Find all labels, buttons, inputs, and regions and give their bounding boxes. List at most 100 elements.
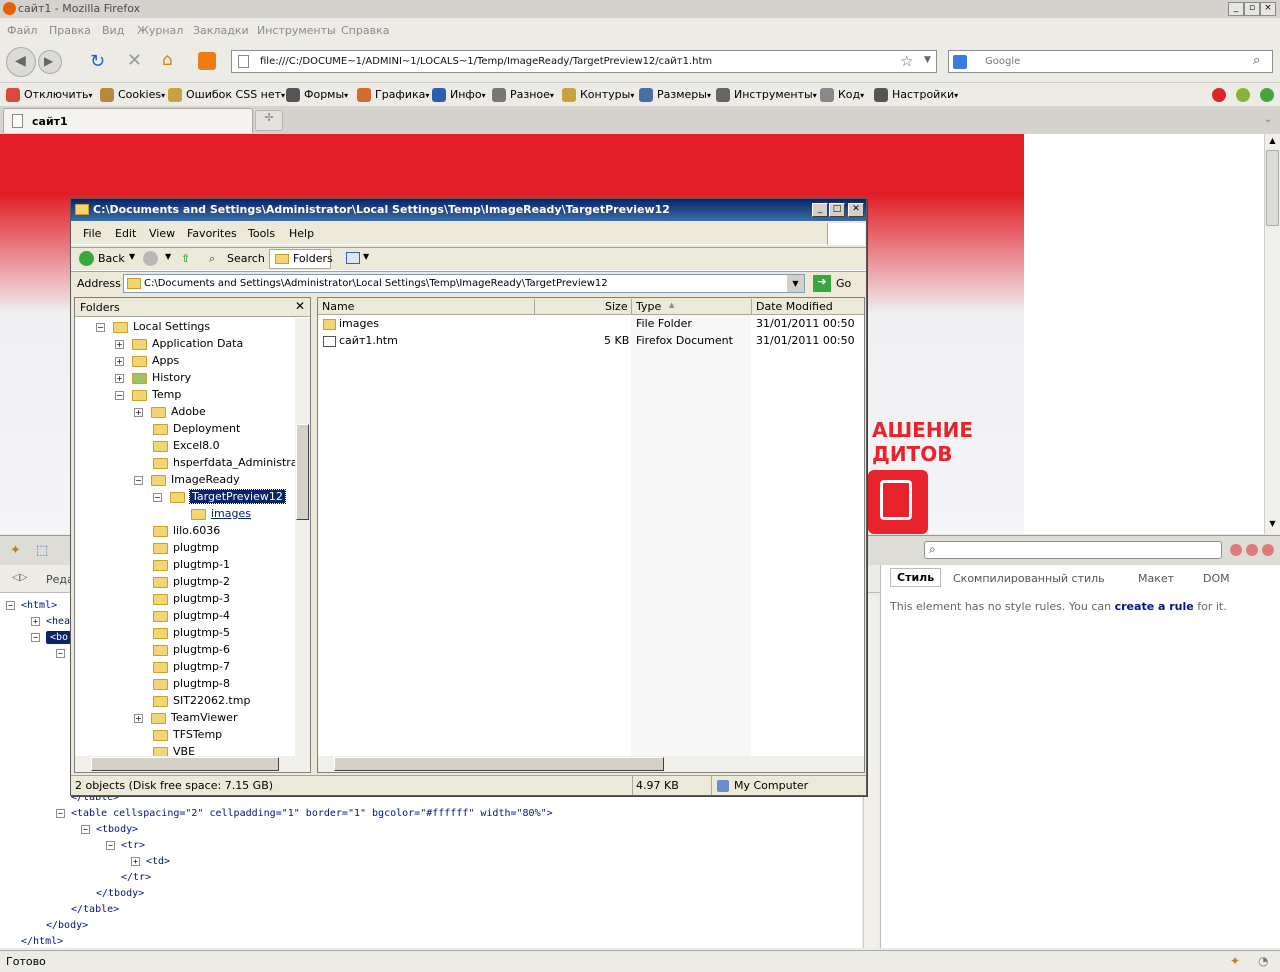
tab-list-icon[interactable]: ⌄ bbox=[1264, 114, 1272, 125]
explorer-menu-1[interactable]: Edit bbox=[115, 227, 136, 240]
address-dropdown-icon[interactable]: ▼ bbox=[787, 275, 804, 292]
tree-expand-icon[interactable]: − bbox=[134, 475, 143, 485]
side-tab-3[interactable]: DOM bbox=[1203, 572, 1230, 585]
tree-item[interactable]: + Apps bbox=[115, 354, 179, 367]
column-divider[interactable] bbox=[534, 299, 535, 314]
column-header-0[interactable]: Name bbox=[322, 300, 354, 313]
tree-item[interactable]: plugtmp-4 bbox=[134, 609, 230, 622]
menu-item-1[interactable]: Правка bbox=[49, 24, 91, 37]
column-header-3[interactable]: Date Modified bbox=[756, 300, 833, 313]
disable-icon[interactable] bbox=[1212, 88, 1226, 102]
scroll-down-icon[interactable]: ▼ bbox=[1267, 519, 1278, 531]
menu-item-4[interactable]: Закладки bbox=[193, 24, 249, 37]
tree-item[interactable]: plugtmp-3 bbox=[134, 592, 230, 605]
tree-item[interactable]: + TeamViewer bbox=[134, 711, 237, 724]
menu-item-6[interactable]: Справка bbox=[341, 24, 389, 37]
html-line[interactable]: </table> bbox=[56, 904, 119, 915]
tree-expand-icon[interactable]: − bbox=[115, 390, 124, 400]
firebug-close-icon[interactable] bbox=[1262, 544, 1274, 556]
panel-toggle-icon[interactable]: ◁▷ bbox=[12, 572, 27, 583]
column-header-2[interactable]: Type bbox=[636, 300, 661, 313]
minimize-button[interactable]: _ bbox=[1228, 2, 1244, 16]
back-dropdown-icon[interactable]: ▼ bbox=[129, 252, 135, 261]
menu-item-0[interactable]: Файл bbox=[7, 24, 37, 37]
google-icon[interactable] bbox=[953, 55, 967, 69]
html-line[interactable]: </body> bbox=[31, 920, 88, 931]
scroll-up-icon[interactable]: ▲ bbox=[1267, 136, 1278, 148]
back-arrow-icon[interactable] bbox=[79, 251, 94, 266]
webdev-menu-7[interactable]: Контуры▾ bbox=[562, 88, 634, 102]
search-icon[interactable]: ⌕ bbox=[1253, 53, 1260, 68]
explorer-menu-5[interactable]: Help bbox=[289, 227, 314, 240]
firebug-icon[interactable]: ✦ bbox=[10, 543, 21, 558]
webdev-menu-10[interactable]: Код▾ bbox=[820, 88, 864, 102]
column-divider[interactable] bbox=[751, 299, 752, 314]
html-toggle-icon[interactable]: − bbox=[6, 600, 15, 610]
tree-item[interactable]: + Application Data bbox=[115, 337, 243, 350]
stop-icon[interactable]: ✕ bbox=[127, 50, 142, 71]
tree-item[interactable]: plugtmp-7 bbox=[134, 660, 230, 673]
views-icon[interactable] bbox=[346, 252, 360, 264]
validate-all-icon[interactable] bbox=[1260, 88, 1274, 102]
side-tab-1[interactable]: Скомпилированный стиль bbox=[953, 572, 1105, 585]
webdev-menu-1[interactable]: Cookies▾ bbox=[100, 88, 165, 102]
webdev-menu-6[interactable]: Разное▾ bbox=[492, 88, 554, 102]
file-row[interactable]: сайт1.htm 5 KB Firefox Document 31/01/2011 … bbox=[318, 334, 864, 350]
tree-item[interactable]: TFSTemp bbox=[134, 728, 222, 741]
firebug-status-icon[interactable]: ✦ bbox=[1230, 954, 1240, 968]
tree-item[interactable]: SIT22062.tmp bbox=[134, 694, 250, 707]
views-dropdown-icon[interactable]: ▼ bbox=[363, 252, 369, 261]
firebug-search-input[interactable]: ⌕ bbox=[924, 541, 1222, 559]
tree-item[interactable]: VBE bbox=[134, 745, 195, 756]
new-tab-button[interactable]: ✢ bbox=[255, 110, 283, 131]
tree-item[interactable]: − Local Settings bbox=[96, 320, 210, 333]
tree-item[interactable]: plugtmp-8 bbox=[134, 677, 230, 690]
webdev-menu-4[interactable]: Графика▾ bbox=[357, 88, 429, 102]
tree-expand-icon[interactable]: − bbox=[153, 492, 162, 502]
tree-expand-icon[interactable]: + bbox=[115, 356, 124, 366]
page-scrollbar[interactable]: ▲ ▼ bbox=[1264, 134, 1280, 534]
firebug-detach-icon[interactable] bbox=[1246, 544, 1258, 556]
inspect-icon[interactable]: ⬚ bbox=[36, 543, 48, 558]
tree-expand-icon[interactable]: + bbox=[115, 373, 124, 383]
tree-item[interactable]: − Temp bbox=[115, 388, 181, 401]
tree-scrollbar[interactable] bbox=[295, 318, 310, 756]
search-bar[interactable]: Google ⌕ bbox=[948, 50, 1273, 73]
webdev-menu-2[interactable]: Ошибок CSS нет▾ bbox=[168, 88, 285, 102]
search-input[interactable]: Google bbox=[985, 56, 1020, 67]
html-toggle-icon[interactable]: − bbox=[56, 648, 65, 658]
html-line[interactable]: − <bo bbox=[31, 631, 73, 644]
explorer-menu-3[interactable]: Favorites bbox=[187, 227, 237, 240]
html-toggle-icon[interactable]: − bbox=[56, 808, 65, 818]
up-folder-icon[interactable]: ⇧ bbox=[181, 252, 190, 265]
home-icon[interactable]: ⌂ bbox=[162, 50, 173, 70]
files-hscroll-thumb[interactable] bbox=[334, 757, 664, 771]
validate-icon[interactable] bbox=[1236, 88, 1250, 102]
tree-scroll-thumb[interactable] bbox=[296, 424, 309, 520]
create-rule-link[interactable]: create a rule bbox=[1115, 600, 1194, 613]
explorer-menu-2[interactable]: View bbox=[149, 227, 175, 240]
menu-item-2[interactable]: Вид bbox=[102, 24, 124, 37]
search-button[interactable]: Search bbox=[227, 252, 265, 265]
tree-item[interactable]: hsperfdata_Administrator bbox=[134, 456, 295, 469]
html-line[interactable]: − <html> bbox=[6, 600, 57, 611]
tree-hscroll-thumb[interactable] bbox=[91, 757, 279, 771]
html-toggle-icon[interactable]: − bbox=[106, 840, 115, 850]
tree-item[interactable]: plugtmp-6 bbox=[134, 643, 230, 656]
tree-expand-icon[interactable]: + bbox=[115, 339, 124, 349]
webdev-menu-9[interactable]: Инструменты▾ bbox=[716, 88, 817, 102]
html-toggle-icon[interactable]: − bbox=[31, 632, 40, 642]
back-button[interactable]: Back bbox=[98, 252, 125, 265]
explorer-menu-4[interactable]: Tools bbox=[248, 227, 275, 240]
go-arrow-icon[interactable]: ➜ bbox=[813, 275, 831, 292]
tree-item[interactable]: plugtmp bbox=[134, 541, 219, 554]
side-tab-2[interactable]: Макет bbox=[1138, 572, 1174, 585]
tree-item[interactable]: + Adobe bbox=[134, 405, 206, 418]
side-tab-0[interactable]: Стиль bbox=[890, 568, 942, 587]
explorer-close-button[interactable]: ✕ bbox=[848, 203, 864, 217]
tree-item[interactable]: − ImageReady bbox=[134, 473, 240, 486]
url-bar[interactable]: file:///C:/DOCUME~1/ADMINI~1/LOCALS~1/Te… bbox=[231, 50, 937, 73]
url-dropdown-icon[interactable]: ▼ bbox=[924, 55, 931, 65]
html-line[interactable]: + <hea bbox=[31, 616, 70, 627]
tree-item[interactable]: plugtmp-5 bbox=[134, 626, 230, 639]
